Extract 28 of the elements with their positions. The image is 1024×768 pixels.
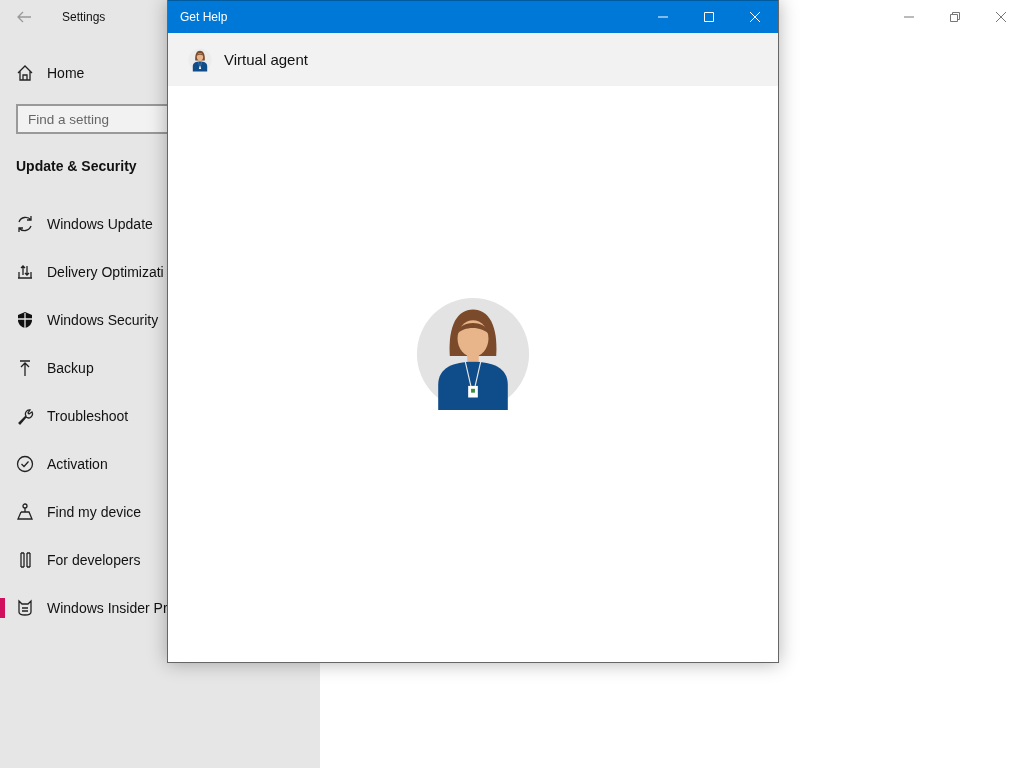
nav-item[interactable]: Troubleshoot xyxy=(0,392,133,440)
nav-item[interactable]: Windows Update xyxy=(0,200,157,248)
section-heading: Update & Security xyxy=(15,157,137,176)
upload-tray-icon xyxy=(16,263,34,281)
close-icon xyxy=(749,11,761,23)
window-title: Get Help xyxy=(180,10,228,24)
refresh-icon xyxy=(16,215,34,233)
nav-item[interactable]: Delivery Optimizati xyxy=(0,248,168,296)
nav-item[interactable]: Find my device xyxy=(0,488,146,536)
agent-avatar-icon xyxy=(188,47,212,72)
home-nav-item[interactable]: Home xyxy=(0,49,89,97)
nav-item[interactable]: Windows Security xyxy=(0,296,163,344)
header-title: Virtual agent xyxy=(224,51,308,68)
check-circle-icon xyxy=(16,455,34,473)
person-pin-icon xyxy=(16,503,34,521)
nav-item[interactable]: For developers xyxy=(0,536,145,584)
cat-face-icon xyxy=(16,599,34,617)
restore-icon xyxy=(949,10,961,23)
home-icon xyxy=(16,64,34,82)
maximize-icon xyxy=(703,11,715,23)
close-icon xyxy=(995,10,1007,23)
window-title: Settings xyxy=(62,9,106,24)
wrench-icon xyxy=(16,407,34,425)
nav-item[interactable]: Windows Insider Pr xyxy=(0,584,172,632)
nav-item[interactable]: Backup xyxy=(0,344,98,392)
nav-item[interactable]: Activation xyxy=(0,440,112,488)
shield-icon xyxy=(16,311,34,329)
back-arrow-icon xyxy=(16,9,32,24)
